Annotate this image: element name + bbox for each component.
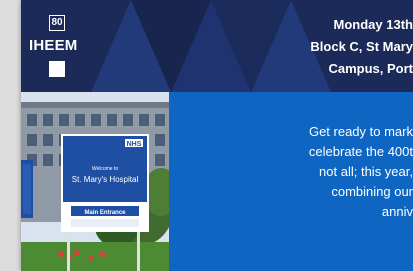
hospital-photo: NHS Welcome to St. Mary's Hospital Main … xyxy=(21,92,169,271)
intro-line: anniv xyxy=(381,204,413,219)
hospital-photo-illustration: NHS Welcome to St. Mary's Hospital Main … xyxy=(21,92,169,271)
event-venue: Block C, St Mary xyxy=(310,39,413,54)
event-venue-2: Campus, Port xyxy=(328,61,413,76)
intro-line: celebrate the 400t xyxy=(308,144,413,159)
logo-anniversary-badge: 80 xyxy=(49,15,65,31)
intro-panel: Get ready to mark celebrate the 400t not… xyxy=(169,92,413,271)
logo-square-icon xyxy=(49,61,65,77)
event-date: Monday 13th xyxy=(333,17,413,32)
sign-hospital-name: St. Mary's Hospital xyxy=(72,175,139,184)
intro-line: combining our xyxy=(331,184,413,199)
iheem-logo[interactable]: 80 IHEEM xyxy=(29,10,89,82)
nhs-badge: NHS xyxy=(127,141,142,148)
event-info: Monday 13th Block C, St Mary Campus, Por… xyxy=(193,14,413,80)
event-card: 80 IHEEM Monday 13th Block C, St Mary Ca… xyxy=(21,0,413,271)
sign-entrance-label: Main Entrance xyxy=(84,210,126,216)
logo-wordmark: IHEEM xyxy=(29,37,78,54)
intro-line: not all; this year, xyxy=(319,164,413,179)
sign-welcome-text: Welcome to xyxy=(92,166,119,172)
intro-line: Get ready to mark xyxy=(308,124,413,139)
intro-text: Get ready to mark celebrate the 400t not… xyxy=(169,122,413,222)
header-banner: 80 IHEEM Monday 13th Block C, St Mary Ca… xyxy=(21,0,413,92)
